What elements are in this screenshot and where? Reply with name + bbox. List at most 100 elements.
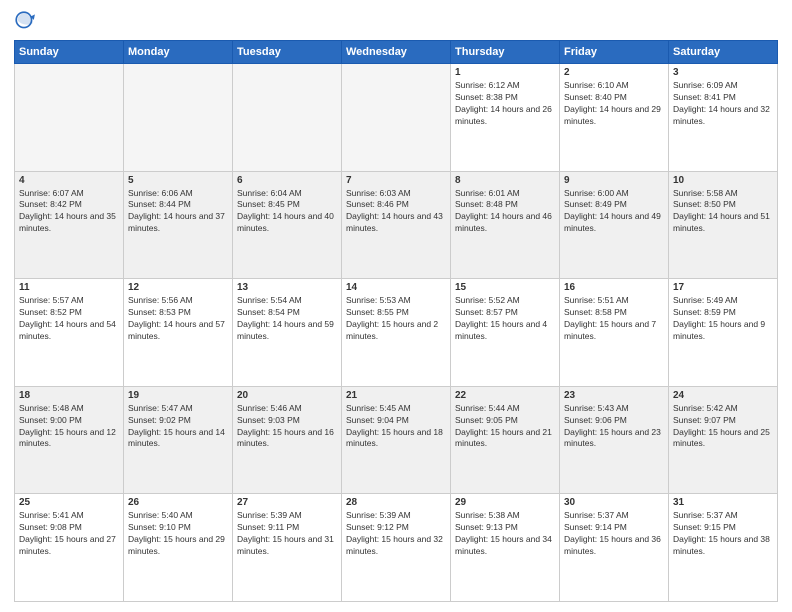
calendar-cell: 23 Sunrise: 5:43 AM Sunset: 9:06 PM Dayli… (560, 386, 669, 494)
calendar-cell: 27 Sunrise: 5:39 AM Sunset: 9:11 PM Dayli… (233, 494, 342, 602)
day-info: Sunrise: 5:38 AM Sunset: 9:13 PM Dayligh… (455, 510, 555, 558)
day-info: Sunrise: 5:56 AM Sunset: 8:53 PM Dayligh… (128, 295, 228, 343)
day-info: Sunrise: 6:12 AM Sunset: 8:38 PM Dayligh… (455, 80, 555, 128)
day-info: Sunrise: 5:42 AM Sunset: 9:07 PM Dayligh… (673, 403, 773, 451)
day-number: 21 (346, 390, 446, 401)
day-number: 5 (128, 175, 228, 186)
calendar-cell: 3 Sunrise: 6:09 AM Sunset: 8:41 PM Daylig… (669, 64, 778, 172)
calendar-cell (342, 64, 451, 172)
calendar-cell: 21Sunrise: 5:45 AM Sunset: 9:04 PM Dayli… (342, 386, 451, 494)
day-info: Sunrise: 5:37 AM Sunset: 9:15 PM Dayligh… (673, 510, 773, 558)
day-info: Sunrise: 5:44 AM Sunset: 9:05 PM Dayligh… (455, 403, 555, 451)
day-info: Sunrise: 6:01 AM Sunset: 8:48 PM Dayligh… (455, 188, 555, 236)
day-number: 28 (346, 497, 446, 508)
day-info: Sunrise: 5:47 AM Sunset: 9:02 PM Dayligh… (128, 403, 228, 451)
header (14, 10, 778, 32)
day-number: 14 (346, 282, 446, 293)
logo-icon (14, 10, 36, 32)
calendar-cell: 22 Sunrise: 5:44 AM Sunset: 9:05 PM Dayli… (451, 386, 560, 494)
day-info: Sunrise: 6:00 AM Sunset: 8:49 PM Dayligh… (564, 188, 664, 236)
calendar-cell: 14 Sunrise: 5:53 AM Sunset: 8:55 PM Dayli… (342, 279, 451, 387)
day-header-tuesday: Tuesday (233, 41, 342, 64)
day-number: 13 (237, 282, 337, 293)
day-info: Sunrise: 5:51 AM Sunset: 8:58 PM Dayligh… (564, 295, 664, 343)
calendar-cell: 31Sunrise: 5:37 AM Sunset: 9:15 PM Dayli… (669, 494, 778, 602)
day-number: 10 (673, 175, 773, 186)
logo (14, 10, 40, 32)
calendar-cell: 20Sunrise: 5:46 AM Sunset: 9:03 PM Dayli… (233, 386, 342, 494)
calendar-cell: 4 Sunrise: 6:07 AM Sunset: 8:42 PM Daylig… (15, 171, 124, 279)
calendar-cell: 8 Sunrise: 6:01 AM Sunset: 8:48 PM Daylig… (451, 171, 560, 279)
calendar-cell: 7 Sunrise: 6:03 AM Sunset: 8:46 PM Daylig… (342, 171, 451, 279)
calendar-cell: 5 Sunrise: 6:06 AM Sunset: 8:44 PM Daylig… (124, 171, 233, 279)
day-number: 26 (128, 497, 228, 508)
day-number: 6 (237, 175, 337, 186)
day-number: 9 (564, 175, 664, 186)
calendar-week-1: 4 Sunrise: 6:07 AM Sunset: 8:42 PM Daylig… (15, 171, 778, 279)
day-number: 3 (673, 67, 773, 78)
day-info: Sunrise: 6:09 AM Sunset: 8:41 PM Dayligh… (673, 80, 773, 128)
day-number: 23 (564, 390, 664, 401)
day-info: Sunrise: 5:53 AM Sunset: 8:55 PM Dayligh… (346, 295, 446, 343)
day-header-monday: Monday (124, 41, 233, 64)
calendar-cell: 2 Sunrise: 6:10 AM Sunset: 8:40 PM Daylig… (560, 64, 669, 172)
calendar-cell: 13Sunrise: 5:54 AM Sunset: 8:54 PM Dayli… (233, 279, 342, 387)
day-number: 22 (455, 390, 555, 401)
calendar: SundayMondayTuesdayWednesdayThursdayFrid… (14, 40, 778, 602)
day-info: Sunrise: 5:48 AM Sunset: 9:00 PM Dayligh… (19, 403, 119, 451)
calendar-cell (15, 64, 124, 172)
day-number: 7 (346, 175, 446, 186)
calendar-cell: 29 Sunrise: 5:38 AM Sunset: 9:13 PM Dayli… (451, 494, 560, 602)
day-header-saturday: Saturday (669, 41, 778, 64)
page: SundayMondayTuesdayWednesdayThursdayFrid… (0, 0, 792, 612)
day-info: Sunrise: 6:07 AM Sunset: 8:42 PM Dayligh… (19, 188, 119, 236)
day-number: 11 (19, 282, 119, 293)
calendar-cell: 18 Sunrise: 5:48 AM Sunset: 9:00 PM Dayli… (15, 386, 124, 494)
day-number: 1 (455, 67, 555, 78)
calendar-cell: 25 Sunrise: 5:41 AM Sunset: 9:08 PM Dayli… (15, 494, 124, 602)
day-header-sunday: Sunday (15, 41, 124, 64)
day-info: Sunrise: 6:06 AM Sunset: 8:44 PM Dayligh… (128, 188, 228, 236)
day-number: 25 (19, 497, 119, 508)
day-info: Sunrise: 5:43 AM Sunset: 9:06 PM Dayligh… (564, 403, 664, 451)
calendar-cell (124, 64, 233, 172)
calendar-cell: 11Sunrise: 5:57 AM Sunset: 8:52 PM Dayli… (15, 279, 124, 387)
day-info: Sunrise: 5:52 AM Sunset: 8:57 PM Dayligh… (455, 295, 555, 343)
day-info: Sunrise: 5:39 AM Sunset: 9:12 PM Dayligh… (346, 510, 446, 558)
day-info: Sunrise: 6:03 AM Sunset: 8:46 PM Dayligh… (346, 188, 446, 236)
day-number: 20 (237, 390, 337, 401)
calendar-cell: 26Sunrise: 5:40 AM Sunset: 9:10 PM Dayli… (124, 494, 233, 602)
day-number: 12 (128, 282, 228, 293)
calendar-cell: 24 Sunrise: 5:42 AM Sunset: 9:07 PM Dayli… (669, 386, 778, 494)
day-number: 18 (19, 390, 119, 401)
day-number: 17 (673, 282, 773, 293)
calendar-cell: 28 Sunrise: 5:39 AM Sunset: 9:12 PM Dayli… (342, 494, 451, 602)
calendar-header-row: SundayMondayTuesdayWednesdayThursdayFrid… (15, 41, 778, 64)
calendar-cell (233, 64, 342, 172)
calendar-cell: 19 Sunrise: 5:47 AM Sunset: 9:02 PM Dayli… (124, 386, 233, 494)
day-number: 27 (237, 497, 337, 508)
calendar-week-4: 25 Sunrise: 5:41 AM Sunset: 9:08 PM Dayli… (15, 494, 778, 602)
day-number: 29 (455, 497, 555, 508)
day-number: 8 (455, 175, 555, 186)
day-info: Sunrise: 5:49 AM Sunset: 8:59 PM Dayligh… (673, 295, 773, 343)
day-number: 19 (128, 390, 228, 401)
calendar-cell: 12 Sunrise: 5:56 AM Sunset: 8:53 PM Dayli… (124, 279, 233, 387)
day-header-thursday: Thursday (451, 41, 560, 64)
day-header-wednesday: Wednesday (342, 41, 451, 64)
calendar-cell: 10Sunrise: 5:58 AM Sunset: 8:50 PM Dayli… (669, 171, 778, 279)
day-number: 16 (564, 282, 664, 293)
calendar-week-3: 18 Sunrise: 5:48 AM Sunset: 9:00 PM Dayli… (15, 386, 778, 494)
day-info: Sunrise: 5:41 AM Sunset: 9:08 PM Dayligh… (19, 510, 119, 558)
calendar-cell: 1 Sunrise: 6:12 AM Sunset: 8:38 PM Daylig… (451, 64, 560, 172)
day-number: 2 (564, 67, 664, 78)
day-info: Sunrise: 6:04 AM Sunset: 8:45 PM Dayligh… (237, 188, 337, 236)
day-number: 4 (19, 175, 119, 186)
calendar-cell: 30Sunrise: 5:37 AM Sunset: 9:14 PM Dayli… (560, 494, 669, 602)
day-number: 24 (673, 390, 773, 401)
calendar-week-0: 1 Sunrise: 6:12 AM Sunset: 8:38 PM Daylig… (15, 64, 778, 172)
calendar-cell: 9 Sunrise: 6:00 AM Sunset: 8:49 PM Daylig… (560, 171, 669, 279)
day-info: Sunrise: 5:39 AM Sunset: 9:11 PM Dayligh… (237, 510, 337, 558)
day-info: Sunrise: 6:10 AM Sunset: 8:40 PM Dayligh… (564, 80, 664, 128)
day-header-friday: Friday (560, 41, 669, 64)
